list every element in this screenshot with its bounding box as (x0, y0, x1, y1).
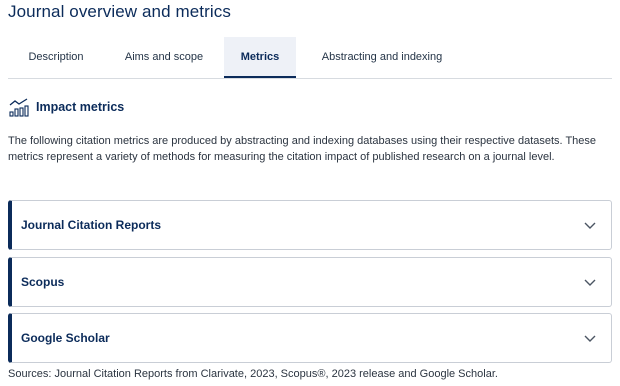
accordion-label: Scopus (21, 275, 65, 289)
chevron-down-icon (584, 279, 596, 286)
accordion-journal-citation-reports[interactable]: Journal Citation Reports (8, 200, 612, 250)
bar-chart-trend-icon (9, 98, 29, 117)
chevron-down-icon (584, 335, 596, 342)
impact-metrics-heading: Impact metrics (8, 96, 124, 118)
tab-description[interactable]: Description (8, 37, 104, 78)
chevron-down-icon (584, 222, 596, 229)
page-title: Journal overview and metrics (8, 2, 231, 21)
accordion-scopus[interactable]: Scopus (8, 257, 612, 307)
impact-metrics-title: Impact metrics (36, 100, 125, 114)
accordion-label: Journal Citation Reports (21, 218, 162, 232)
tab-aims-and-scope[interactable]: Aims and scope (108, 37, 220, 78)
tab-abstracting-and-indexing[interactable]: Abstracting and indexing (300, 37, 464, 78)
accordion-google-scholar[interactable]: Google Scholar (8, 313, 612, 363)
tab-metrics[interactable]: Metrics (224, 37, 296, 78)
tab-bar: Description Aims and scope Metrics Abstr… (8, 37, 612, 79)
accordion-label: Google Scholar (21, 331, 110, 345)
sources-note: Sources: Journal Citation Reports from C… (8, 368, 498, 380)
impact-metrics-description: The following citation metrics are produ… (8, 135, 597, 163)
